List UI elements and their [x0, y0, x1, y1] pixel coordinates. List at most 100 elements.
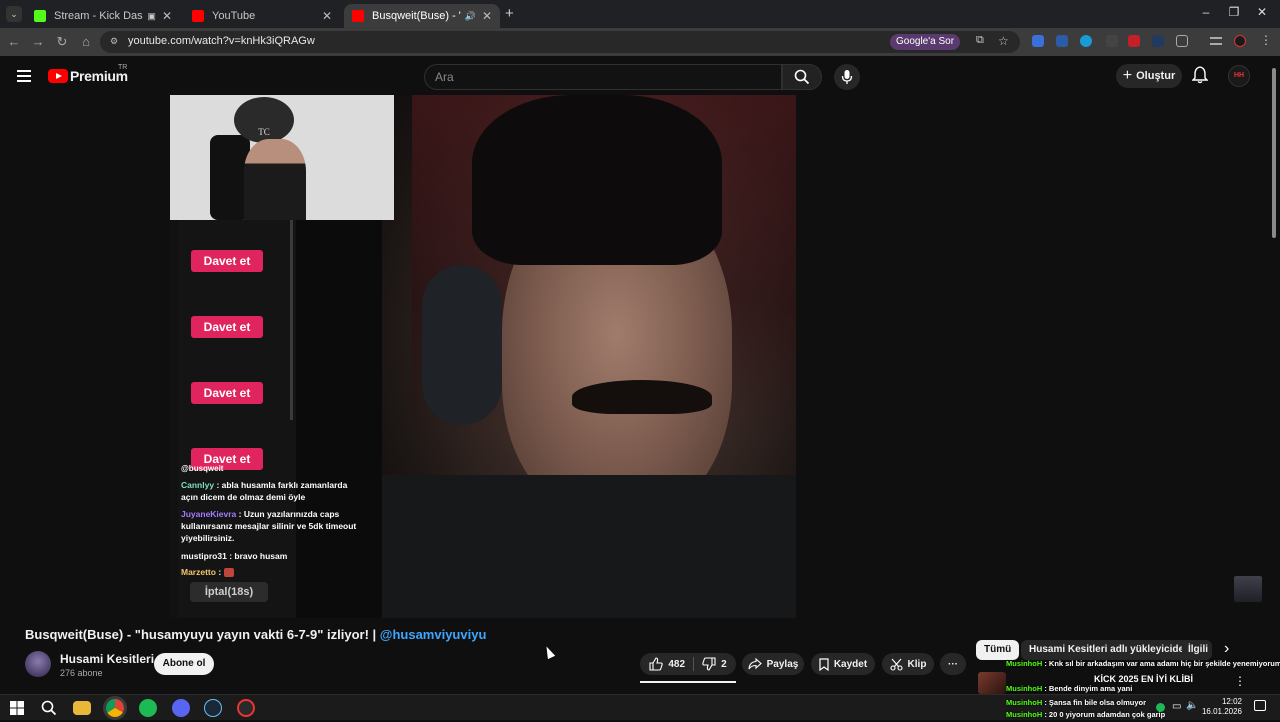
home-icon[interactable]: ⌂ [78, 34, 94, 50]
forward-arrow-icon[interactable]: → [30, 34, 46, 50]
reading-list-icon[interactable] [1210, 37, 1222, 45]
browser-menu-icon[interactable]: ⋮ [1260, 33, 1272, 47]
channel-watermark[interactable] [1234, 576, 1262, 602]
extension-icon[interactable] [1152, 35, 1164, 47]
kick-chat-line: MusinhoH : Şansa fin bile olsa olmuyor [1006, 698, 1146, 707]
menu-icon[interactable] [17, 70, 31, 82]
stream-overlay-panel: Davet et Davet et Davet et Davet et @bus… [178, 220, 382, 618]
recommendation-thumbnail[interactable] [978, 672, 1006, 694]
windows-start-icon[interactable] [8, 699, 26, 717]
tab-close-icon[interactable]: ✕ [322, 9, 332, 23]
recommendation-title[interactable]: KİCK 2025 EN İYİ KLİBİ [1094, 674, 1193, 684]
tray-spotify-icon[interactable] [1156, 703, 1165, 712]
ask-google-button[interactable]: Google'a Sor [890, 34, 961, 50]
network-icon[interactable]: ▭ [1172, 701, 1181, 712]
chip-all[interactable]: Tümü [976, 640, 1020, 660]
shirt [382, 475, 796, 618]
chat-username: JuyaneKievra [181, 509, 237, 519]
discord-icon[interactable] [172, 699, 190, 717]
new-tab-button[interactable]: + [505, 5, 514, 22]
file-explorer-icon[interactable] [73, 701, 91, 715]
chrome-icon[interactable] [106, 699, 124, 717]
close-window-button[interactable]: ✕ [1252, 5, 1272, 21]
clip-button[interactable]: Klip [882, 653, 934, 675]
video-title: Busqweit(Buse) - "husamyuyu yayın vakti … [25, 627, 486, 642]
share-button[interactable]: Paylaş [742, 653, 804, 675]
tab-search-button[interactable]: ⌄ [6, 6, 22, 22]
extension-icon[interactable] [1080, 35, 1092, 47]
install-app-icon[interactable]: ⧉ [976, 34, 984, 47]
back-arrow-icon[interactable]: ← [6, 34, 22, 50]
notification-center-icon[interactable] [1254, 700, 1266, 711]
guest-webcam-video: TC [170, 95, 394, 220]
extension-icon[interactable] [1128, 35, 1140, 47]
extension-icon[interactable] [1056, 35, 1068, 47]
microphone-icon [841, 70, 853, 84]
voice-search-button[interactable] [834, 64, 860, 90]
translate-extension-icon[interactable] [1032, 35, 1044, 47]
search-button[interactable] [782, 64, 822, 90]
more-actions-button[interactable]: ··· [940, 653, 966, 675]
puzzle-extensions-icon[interactable] [1176, 35, 1188, 47]
reload-icon[interactable]: ↻ [54, 34, 70, 50]
search-icon[interactable] [40, 699, 58, 717]
profile-avatar-icon[interactable] [1234, 35, 1246, 47]
minimize-button[interactable]: – [1196, 5, 1216, 21]
dislike-button[interactable]: 2 [694, 653, 735, 675]
recording-app-icon[interactable] [237, 699, 255, 717]
tab-youtube[interactable]: YouTube ✕ [184, 4, 340, 28]
steam-icon[interactable] [204, 699, 222, 717]
country-code: TR [118, 64, 128, 71]
save-button[interactable]: Kaydet [811, 653, 875, 675]
create-button[interactable]: + Oluştur [1116, 64, 1182, 88]
kick-chat-user: MusinhoH [1006, 684, 1043, 693]
tab-close-icon[interactable]: ✕ [162, 9, 172, 23]
account-avatar[interactable]: НН [1228, 65, 1250, 87]
share-label: Paylaş [766, 658, 799, 670]
chip-related[interactable]: İlgili [1182, 640, 1212, 660]
headset [422, 265, 502, 425]
chip-from-uploader[interactable]: Husami Kesitleri adlı yükleyiciden [1021, 640, 1199, 660]
video-player[interactable]: TC Davet et Davet et Davet et Davet et @… [170, 95, 796, 618]
chips-next-arrow-icon[interactable]: › [1224, 640, 1229, 658]
thumbs-up-icon [649, 657, 664, 671]
extension-icon[interactable] [1106, 35, 1118, 47]
tab-busqweit-video[interactable]: Busqweit(Buse) - "husamyu 🔊 ✕ [344, 4, 500, 28]
save-label: Kaydet [833, 658, 868, 670]
search-input[interactable] [425, 65, 781, 89]
chat-message: mustipro31 : bravo husam [181, 550, 361, 562]
kick-chat-text: : Şansa fin bile olsa olmuyor [1042, 698, 1147, 707]
like-button[interactable]: 482 [641, 653, 693, 675]
streamer-webcam-video [382, 95, 796, 618]
restore-button[interactable]: ❐ [1224, 5, 1244, 21]
youtube-premium-logo[interactable]: Premium TR [48, 64, 128, 84]
bookmark-star-icon[interactable]: ☆ [998, 34, 1009, 48]
site-info-icon[interactable]: ⚙ [110, 36, 118, 47]
chat-username: mustipro31 [181, 551, 227, 561]
volume-icon[interactable]: 🔈 [1186, 700, 1198, 711]
recommendation-menu-icon[interactable]: ⋮ [1234, 674, 1246, 688]
guest-person [244, 139, 306, 220]
subscribe-button[interactable]: Abone ol [154, 653, 214, 675]
chat-username: Cannlyy [181, 480, 215, 490]
kick-chat-user: MusinhoH [1006, 710, 1043, 719]
browser-tab-strip: ⌄ Stream - Kick Dashboard ▣ ✕ YouTube ✕ … [0, 0, 1280, 28]
channel-name[interactable]: Husami Kesitleri [60, 652, 154, 666]
kick-chat-user: MusinhoH [1006, 659, 1043, 668]
notifications-bell-icon[interactable] [1192, 66, 1208, 84]
title-mention-link[interactable]: @husamviyuviyu [380, 627, 487, 642]
address-bar[interactable]: ⚙ youtube.com/watch?v=knHk3iQRAGw Google… [100, 31, 1020, 53]
windows-taskbar: MusinhoH : Şansa fin bile olsa olmuyor M… [0, 694, 1280, 720]
page-scrollbar[interactable] [1272, 68, 1276, 238]
channel-avatar[interactable] [25, 651, 51, 677]
plus-icon: + [1122, 67, 1133, 84]
thumbs-down-icon [702, 657, 716, 671]
chat-message: Marzetto : [181, 566, 361, 578]
system-clock[interactable]: 12:02 16.01.2026 [1200, 697, 1242, 717]
dislike-count: 2 [721, 658, 727, 670]
tab-close-icon[interactable]: ✕ [482, 9, 492, 23]
spotify-icon[interactable] [139, 699, 157, 717]
audio-playing-icon[interactable]: 🔊 [465, 11, 476, 22]
like-progress-underline [640, 681, 736, 683]
tab-kick-dashboard[interactable]: Stream - Kick Dashboard ▣ ✕ [26, 4, 180, 28]
